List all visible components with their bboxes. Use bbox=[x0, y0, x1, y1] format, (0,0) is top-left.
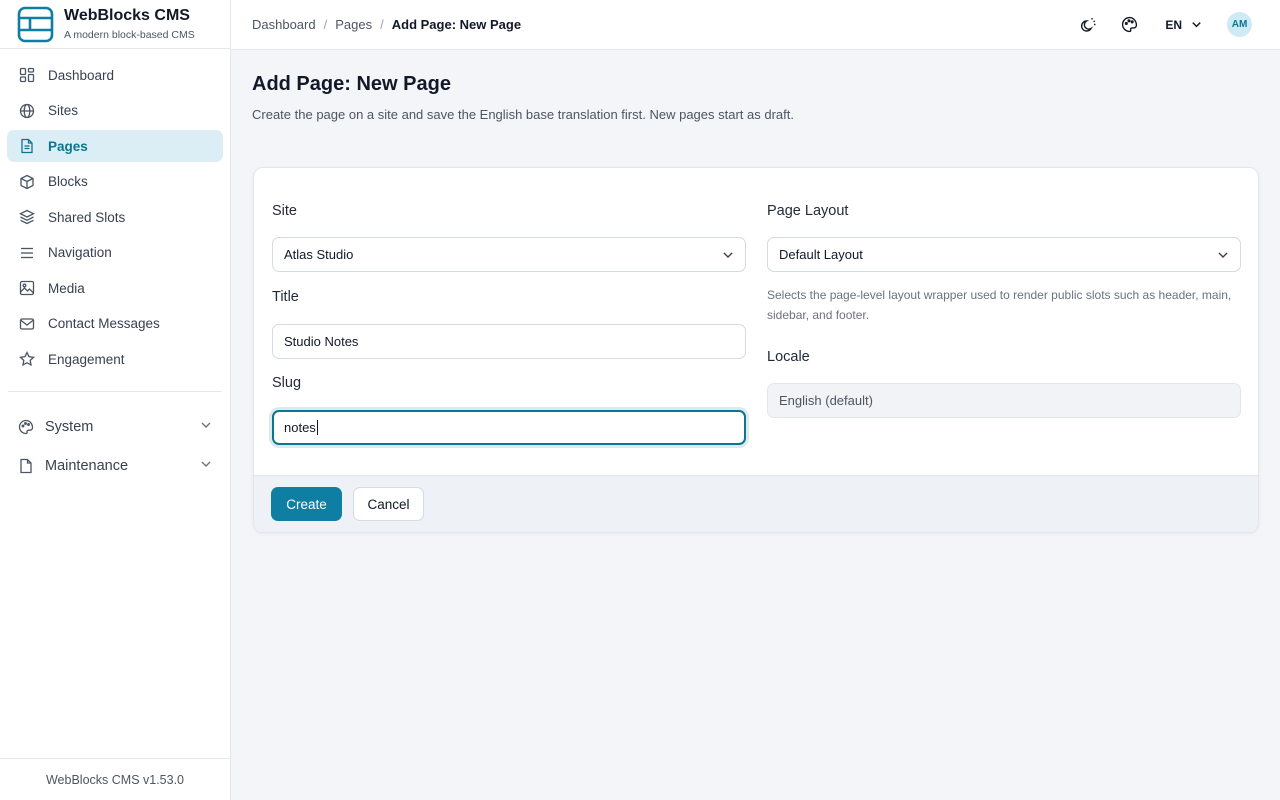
chevron-down-icon bbox=[199, 457, 213, 475]
sidebar-item-blocks[interactable]: Blocks bbox=[7, 166, 223, 198]
locale-field-value: English (default) bbox=[779, 393, 873, 408]
dashboard-icon bbox=[19, 67, 35, 83]
sidebar-item-label: Contact Messages bbox=[48, 316, 160, 331]
chevron-down-icon bbox=[723, 252, 733, 258]
sidebar-item-engagement[interactable]: Engagement bbox=[7, 343, 223, 375]
sidebar-item-label: Sites bbox=[48, 103, 79, 118]
page-layout-select-value: Default Layout bbox=[779, 247, 863, 262]
sidebar-group-label: Maintenance bbox=[45, 458, 129, 474]
slug-label: Slug bbox=[272, 375, 302, 391]
sidebar-item-label: Shared Slots bbox=[48, 209, 126, 225]
breadcrumb-dashboard[interactable]: Dashboard bbox=[252, 17, 316, 32]
top-actions: EN AM bbox=[1057, 12, 1280, 37]
sidebar-item-label: Blocks bbox=[48, 174, 88, 189]
text-caret bbox=[316, 420, 318, 435]
form-actions: Create Cancel bbox=[254, 475, 1258, 532]
avatar[interactable]: AM bbox=[1227, 12, 1252, 37]
theme-toggle-icon[interactable] bbox=[1078, 15, 1098, 35]
globe-icon bbox=[19, 103, 35, 119]
create-button[interactable]: Create bbox=[271, 487, 342, 521]
layers-icon bbox=[19, 209, 35, 225]
app-version: WebBlocks CMS v1.53.0 bbox=[0, 758, 230, 800]
breadcrumb-current: Add Page: New Page bbox=[391, 17, 522, 32]
sidebar-item-label: Dashboard bbox=[48, 67, 115, 83]
cancel-button[interactable]: Cancel bbox=[353, 487, 424, 521]
page-form-card: Site Atlas Studio Title Studio Notes Slu… bbox=[253, 167, 1259, 533]
slug-input-value: notes bbox=[284, 420, 316, 435]
sidebar-item-shared-slots[interactable]: Shared Slots bbox=[7, 201, 223, 233]
menu-icon bbox=[19, 245, 35, 261]
sidebar: WebBlocks CMS A modern block-based CMS D… bbox=[0, 0, 231, 800]
brand-title: WebBlocks CMS bbox=[64, 7, 190, 24]
page-layout-label: Page Layout bbox=[767, 203, 849, 219]
breadcrumb-separator: / bbox=[323, 17, 328, 32]
mail-icon bbox=[19, 316, 35, 332]
sidebar-item-media[interactable]: Media bbox=[7, 272, 223, 304]
page-layout-select[interactable]: Default Layout bbox=[767, 237, 1241, 272]
chevron-down-icon bbox=[1218, 252, 1228, 258]
title-input[interactable]: Studio Notes bbox=[272, 324, 746, 359]
chevron-down-icon bbox=[199, 418, 213, 436]
brand-tagline: A modern block-based CMS bbox=[64, 29, 195, 41]
breadcrumb-pages[interactable]: Pages bbox=[335, 17, 372, 32]
title-label: Title bbox=[272, 289, 299, 305]
logo-icon bbox=[17, 6, 54, 42]
topbar: Dashboard / Pages / Add Page: New Page E… bbox=[231, 0, 1280, 50]
locale-label: Locale bbox=[767, 349, 810, 365]
sidebar-item-label: Navigation bbox=[48, 245, 112, 260]
sidebar-item-contact-messages[interactable]: Contact Messages bbox=[7, 308, 223, 340]
palette-icon[interactable] bbox=[1119, 15, 1139, 35]
sidebar-item-pages[interactable]: Pages bbox=[7, 130, 223, 162]
site-label: Site bbox=[272, 203, 297, 219]
page-layout-help: Selects the page-level layout wrapper us… bbox=[767, 288, 1232, 322]
locale-field: English (default) bbox=[767, 383, 1241, 418]
main-content: Add Page: New Page Create the page on a … bbox=[231, 50, 1280, 800]
cube-icon bbox=[19, 174, 35, 190]
sidebar-item-navigation[interactable]: Navigation bbox=[7, 237, 223, 269]
file-icon bbox=[18, 458, 34, 474]
sidebar-item-label: Pages bbox=[48, 138, 88, 154]
sidebar-group-label: System bbox=[45, 419, 94, 435]
breadcrumb-separator: / bbox=[380, 17, 384, 32]
sidebar-item-label: Engagement bbox=[48, 351, 125, 367]
language-label: EN bbox=[1165, 17, 1182, 32]
language-selector[interactable]: EN bbox=[1165, 18, 1203, 32]
palette-icon bbox=[18, 419, 34, 435]
page-title: Add Page: New Page bbox=[252, 73, 451, 95]
sidebar-item-sites[interactable]: Sites bbox=[7, 95, 223, 127]
sidebar-nav: Dashboard Sites Pages Blocks Shared Slot… bbox=[0, 49, 230, 483]
chevron-down-icon bbox=[1192, 22, 1201, 28]
sidebar-divider bbox=[8, 391, 222, 392]
image-icon bbox=[19, 280, 35, 296]
sidebar-group-system[interactable]: System bbox=[7, 410, 223, 444]
brand[interactable]: WebBlocks CMS A modern block-based CMS bbox=[0, 0, 230, 49]
page-description: Create the page on a site and save the E… bbox=[252, 107, 794, 122]
file-text-icon bbox=[19, 138, 35, 154]
site-select[interactable]: Atlas Studio bbox=[272, 237, 746, 272]
breadcrumb: Dashboard / Pages / Add Page: New Page bbox=[252, 17, 1057, 32]
sidebar-item-label: Media bbox=[48, 280, 85, 296]
slug-input[interactable]: notes bbox=[272, 410, 746, 445]
sidebar-item-dashboard[interactable]: Dashboard bbox=[7, 59, 223, 91]
title-input-value: Studio Notes bbox=[284, 334, 359, 349]
site-select-value: Atlas Studio bbox=[284, 247, 354, 262]
sidebar-group-maintenance[interactable]: Maintenance bbox=[7, 449, 223, 483]
star-icon bbox=[19, 351, 35, 367]
